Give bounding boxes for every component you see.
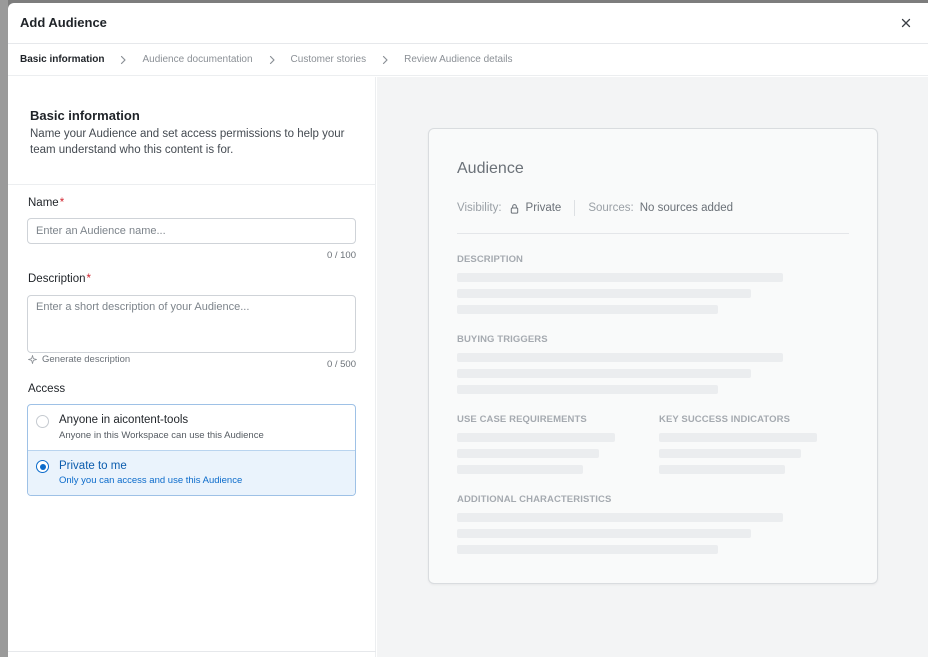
description-label: Description* — [28, 273, 91, 285]
section-description: Name your Audience and set access permis… — [30, 128, 345, 156]
access-option-subtitle: Anyone in this Workspace can use this Au… — [59, 430, 264, 441]
skeleton-line — [659, 433, 817, 442]
generate-description-button[interactable]: Generate description — [28, 354, 130, 365]
skeleton-line — [457, 545, 718, 554]
modal-title: Add Audience — [20, 15, 107, 30]
preview-divider — [457, 233, 849, 234]
preview-panel: Audience Visibility: Private Sources: No… — [377, 77, 928, 657]
app-backdrop-edge — [0, 0, 8, 657]
audience-preview-card: Audience Visibility: Private Sources: No… — [428, 128, 878, 584]
chevron-right-icon — [121, 55, 127, 64]
sparkle-icon — [28, 355, 37, 364]
modal-header: Add Audience — [8, 3, 928, 44]
skeleton-line — [659, 449, 801, 458]
access-option-title: Private to me — [59, 460, 127, 472]
radio-button-selected[interactable] — [36, 460, 49, 473]
additional-characteristics-heading: ADDITIONAL CHARACTERISTICS — [457, 494, 612, 505]
preview-title: Audience — [457, 160, 524, 177]
preview-meta: Visibility: Private Sources: No sources … — [457, 200, 733, 216]
skeleton-line — [457, 433, 615, 442]
close-icon[interactable] — [898, 15, 914, 31]
skeleton-line — [457, 289, 751, 298]
skeleton-line — [457, 385, 718, 394]
name-label: Name* — [28, 197, 64, 209]
skeleton-line — [457, 529, 751, 538]
buying-triggers-heading: BUYING TRIGGERS — [457, 334, 548, 345]
description-char-counter: 0 / 500 — [326, 359, 356, 370]
skeleton-line — [457, 369, 751, 378]
step-customer-stories[interactable]: Customer stories — [291, 54, 367, 65]
description-label-text: Description — [28, 273, 86, 285]
step-basic-information[interactable]: Basic information — [20, 54, 104, 65]
form-panel: Basic information Name your Audience and… — [8, 77, 376, 657]
access-option-title: Anyone in aicontent-tools — [59, 414, 189, 426]
access-option-workspace[interactable]: Anyone in aicontent-tools Anyone in this… — [28, 405, 355, 450]
chevron-right-icon — [383, 55, 388, 64]
access-option-subtitle: Only you can access and use this Audienc… — [59, 475, 243, 486]
generate-description-label: Generate description — [42, 354, 131, 365]
key-success-indicators-heading: KEY SUCCESS INDICATORS — [659, 414, 791, 425]
chevron-right-icon — [269, 55, 275, 64]
section-title: Basic information — [30, 108, 140, 123]
required-mark: * — [59, 197, 65, 209]
required-mark: * — [86, 273, 92, 285]
skeleton-line — [659, 465, 785, 474]
lock-icon — [510, 203, 518, 214]
skeleton-line — [457, 353, 783, 362]
access-option-private[interactable]: Private to me Only you can access and us… — [28, 450, 355, 495]
skeleton-line — [457, 449, 599, 458]
step-audience-documentation[interactable]: Audience documentation — [142, 54, 252, 65]
divider — [8, 184, 376, 185]
description-textarea[interactable] — [27, 295, 356, 353]
description-heading: DESCRIPTION — [457, 254, 524, 265]
visibility-value: Private — [525, 202, 562, 214]
use-case-requirements-heading: USE CASE REQUIREMENTS — [457, 414, 587, 425]
radio-button[interactable] — [36, 415, 49, 428]
skeleton-line — [457, 513, 783, 522]
skeleton-line — [457, 305, 718, 314]
name-input[interactable] — [27, 218, 356, 244]
sources-value: No sources added — [639, 202, 734, 214]
footer-divider — [8, 651, 376, 652]
close-button[interactable] — [898, 15, 914, 31]
skeleton-line — [457, 273, 783, 282]
name-char-counter: 0 / 100 — [326, 250, 356, 261]
access-label: Access — [28, 383, 66, 395]
access-radio-group: Anyone in aicontent-tools Anyone in this… — [27, 404, 356, 496]
sources-label: Sources: — [588, 202, 634, 214]
meta-divider — [574, 200, 576, 216]
step-review-audience-details[interactable]: Review Audience details — [404, 54, 512, 65]
visibility-label: Visibility: — [457, 202, 502, 214]
skeleton-line — [457, 465, 583, 474]
add-audience-modal: Add Audience Basic information Audience … — [8, 3, 928, 657]
name-label-text: Name — [28, 197, 59, 209]
stepper: Basic information Audience documentation… — [8, 44, 928, 76]
